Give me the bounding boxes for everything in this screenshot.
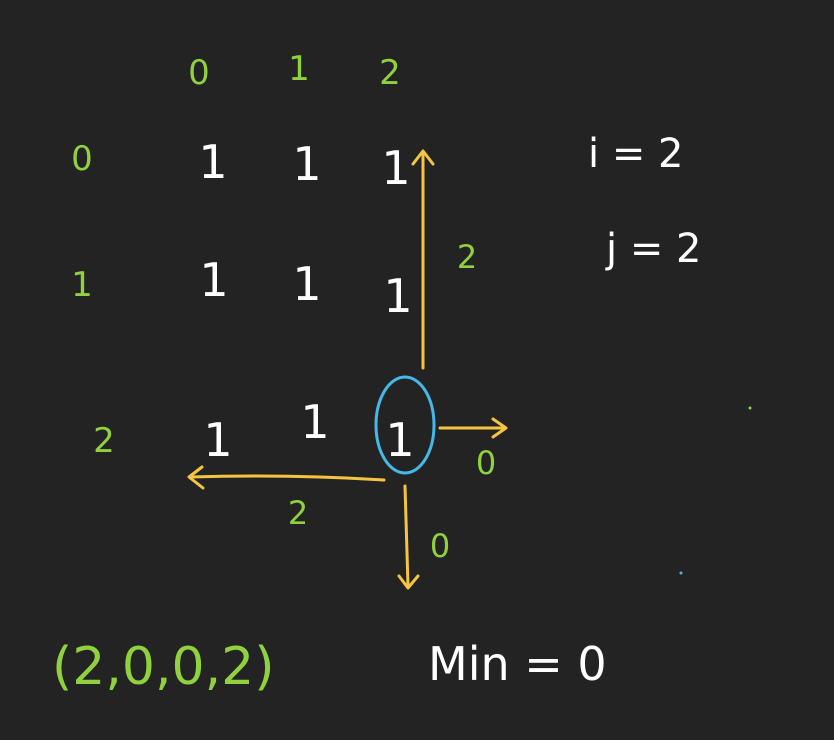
- direction-arrows: [187, 149, 508, 590]
- grid-cell-0-1: 1: [292, 137, 321, 191]
- stray-dot: [748, 406, 752, 410]
- index-equations: i = 2 j = 2: [588, 131, 702, 272]
- grid-cell-2-1: 1: [300, 395, 329, 449]
- i-equation: i = 2: [588, 131, 684, 177]
- stray-dot: [679, 571, 683, 575]
- whiteboard-canvas: 0 1 2 0 1 2 1 1 1 1 1 1 1 1 1 2 0 0 2 i …: [52, 49, 752, 697]
- right-arrow: [438, 417, 508, 439]
- up-distance-label: 2: [457, 238, 477, 276]
- row-indices: 0 1 2: [71, 139, 115, 461]
- row-index-2: 2: [93, 421, 115, 461]
- min-result: Min = 0: [428, 637, 607, 691]
- left-distance-label: 2: [288, 494, 308, 532]
- down-arrow: [397, 484, 420, 590]
- grid-cell-1-1: 1: [292, 257, 321, 311]
- row-index-1: 1: [71, 265, 93, 305]
- up-arrow: [411, 149, 435, 370]
- distance-tuple: (2,0,0,2): [52, 637, 275, 697]
- right-distance-label: 0: [476, 444, 496, 482]
- column-index-2: 2: [379, 53, 401, 93]
- j-equation: j = 2: [605, 226, 702, 272]
- grid-cell-1-2: 1: [383, 269, 412, 323]
- column-index-0: 0: [188, 53, 210, 93]
- grid-cell-0-2: 1: [381, 141, 410, 195]
- grid-values: 1 1 1 1 1 1 1 1 1: [198, 135, 414, 467]
- column-indices: 0 1 2: [188, 49, 401, 93]
- down-distance-label: 0: [430, 527, 450, 565]
- row-index-0: 0: [71, 139, 93, 179]
- column-index-1: 1: [288, 49, 310, 89]
- left-arrow: [187, 465, 386, 490]
- grid-cell-2-2: 1: [385, 413, 414, 467]
- grid-cell-1-0: 1: [199, 253, 228, 307]
- grid-cell-2-0: 1: [203, 413, 232, 467]
- grid-cell-0-0: 1: [198, 135, 227, 189]
